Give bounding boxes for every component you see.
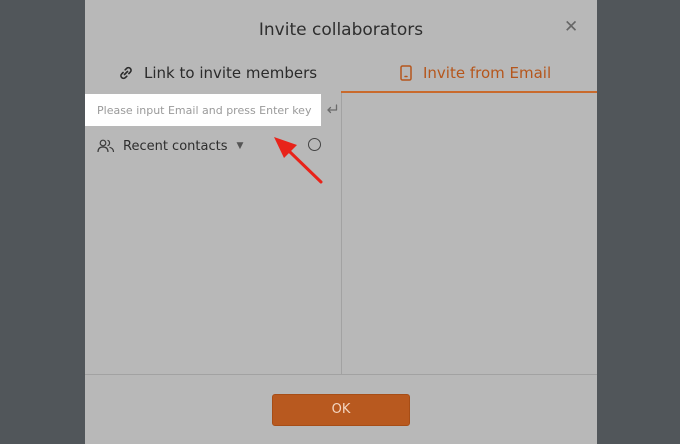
tab-link-label: Link to invite members	[144, 64, 318, 82]
select-all-radio[interactable]	[308, 138, 321, 151]
footer-divider	[85, 374, 597, 375]
ok-button[interactable]: OK	[272, 394, 410, 426]
invite-dialog: Invite collaborators ✕ Link to invite me…	[85, 0, 597, 444]
close-icon[interactable]: ✕	[564, 19, 578, 36]
dialog-title: Invite collaborators	[258, 20, 424, 40]
phone-icon	[399, 65, 413, 81]
panel-divider	[341, 93, 342, 374]
tab-link-invite[interactable]: Link to invite members	[118, 58, 317, 88]
active-tab-indicator	[341, 91, 597, 93]
contacts-icon	[97, 139, 115, 153]
recent-contacts-dropdown[interactable]: Recent contacts ▼	[97, 136, 243, 156]
tab-email-label: Invite from Email	[423, 64, 552, 82]
recent-contacts-label: Recent contacts	[123, 138, 228, 154]
link-icon	[118, 65, 134, 81]
email-input[interactable]	[85, 94, 321, 126]
enter-icon[interactable]	[325, 101, 339, 115]
caret-down-icon: ▼	[236, 141, 244, 151]
tab-invite-email[interactable]: Invite from Email	[399, 58, 551, 88]
